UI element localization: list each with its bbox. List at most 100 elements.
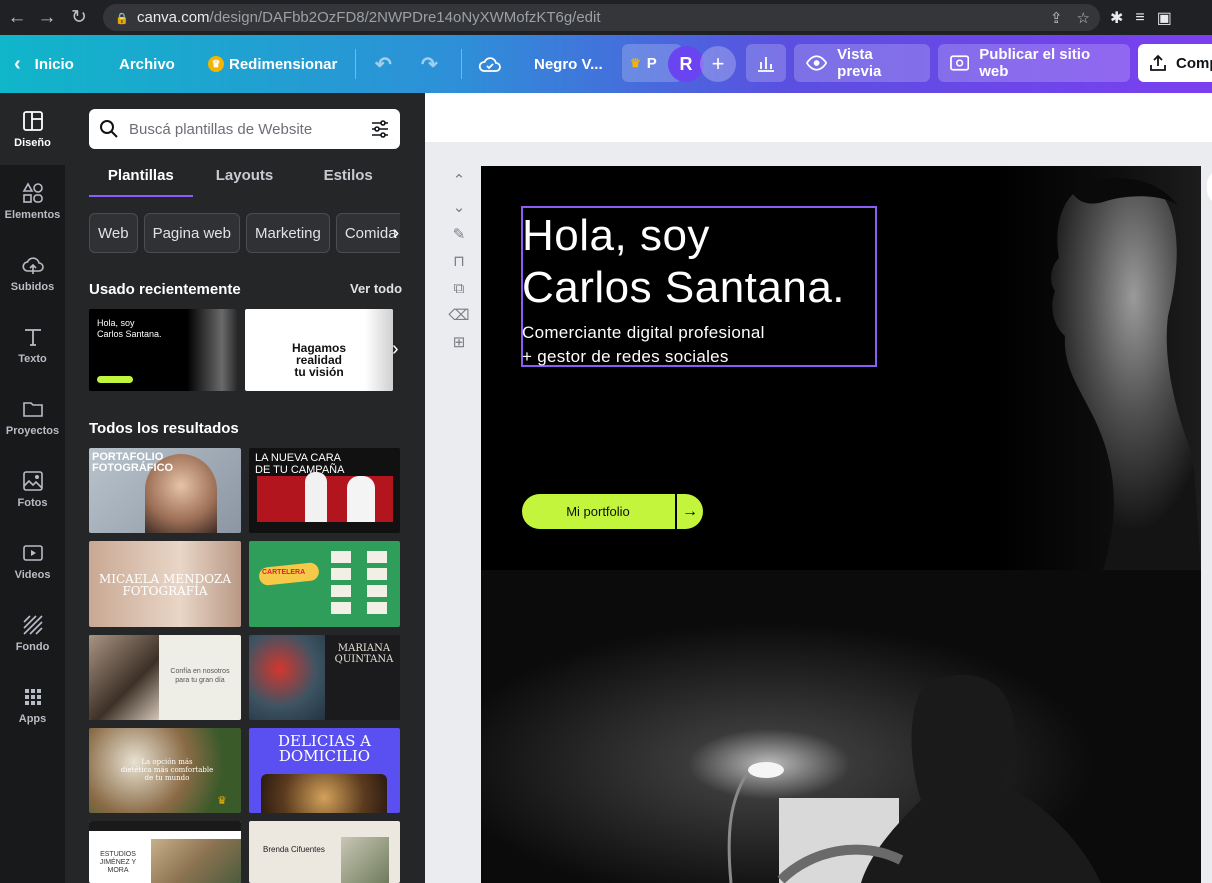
rail-label: Proyectos bbox=[5, 424, 60, 437]
recent-template-card[interactable]: Hagamos realidad tu visión bbox=[245, 309, 393, 391]
rail-item-photos[interactable]: Fotos bbox=[0, 453, 65, 525]
edit-notes-icon[interactable]: ✎ bbox=[449, 224, 469, 244]
divider bbox=[461, 49, 462, 79]
trash-icon[interactable]: ⌫ bbox=[448, 305, 469, 325]
template-text: MICAELA MENDOZA FOTOGRAFÍA bbox=[98, 572, 232, 598]
bookmark-star-icon[interactable]: ☆ bbox=[1077, 9, 1090, 27]
portrait-photo bbox=[993, 166, 1201, 570]
rail-label: Subidos bbox=[10, 280, 55, 293]
workspace-section[interactable] bbox=[481, 570, 1201, 883]
all-results-title: Todos los resultados bbox=[89, 420, 239, 437]
page-tools: ⌃ ⌄ ✎ ⊓ ⧉ ⌫ ⊞ bbox=[448, 170, 469, 352]
chevron-up-icon[interactable]: ⌃ bbox=[449, 170, 469, 190]
template-card[interactable]: ESTUDIOS JIMÉNEZ Y MORA bbox=[89, 821, 241, 883]
rail-item-apps[interactable]: Apps bbox=[0, 669, 65, 741]
portfolio-button[interactable]: Mi portfolio → bbox=[522, 494, 703, 529]
cloud-upload-icon bbox=[21, 256, 44, 274]
arrow-right-icon: → bbox=[675, 494, 703, 529]
forward-icon[interactable]: → bbox=[32, 0, 62, 35]
add-collaborator-button[interactable]: + bbox=[700, 46, 736, 82]
rail-item-text[interactable]: Texto bbox=[0, 309, 65, 381]
file-menu-button[interactable]: Archivo bbox=[119, 35, 175, 93]
reload-icon[interactable]: ↻ bbox=[64, 0, 94, 35]
share-button[interactable]: Comp bbox=[1138, 44, 1212, 82]
template-card[interactable]: MARIANA QUINTANA bbox=[249, 635, 400, 720]
tab-styles[interactable]: Estilos bbox=[296, 161, 400, 197]
figure-shape bbox=[347, 476, 375, 522]
rail-item-uploads[interactable]: Subidos bbox=[0, 237, 65, 309]
rail-item-design[interactable]: Diseño bbox=[0, 93, 65, 165]
avatar-initial: R bbox=[679, 53, 693, 74]
avatar[interactable]: R bbox=[668, 46, 704, 82]
canva-header: ‹ Inicio Archivo ♛ Redimensionar ↶ ↷ Neg… bbox=[0, 35, 1212, 93]
template-card[interactable]: La opción más dietética más comfortable … bbox=[89, 728, 241, 813]
hero-subtitle[interactable]: Comerciante digital profesional + gestor… bbox=[522, 321, 765, 369]
template-card[interactable]: PORTAFOLIO FOTOGRÁFICO bbox=[89, 448, 241, 533]
portfolio-button-label: Mi portfolio bbox=[566, 504, 630, 519]
redo-icon[interactable]: ↷ bbox=[421, 35, 438, 93]
hero-section[interactable]: Hola, soy Carlos Santana. Comerciante di… bbox=[481, 166, 1201, 570]
template-card[interactable]: LA NUEVA CARA DE TU CAMPAÑA bbox=[249, 448, 400, 533]
rail-item-elements[interactable]: Elementos bbox=[0, 165, 65, 237]
add-page-icon[interactable]: ⊞ bbox=[449, 332, 469, 352]
template-card[interactable]: CARTELERA bbox=[249, 541, 400, 627]
rail-label: Diseño bbox=[14, 136, 51, 149]
chevron-left-icon: ‹ bbox=[14, 52, 21, 75]
address-bar[interactable]: 🔒 canva.com/design/DAFbb2OzFD8/2NWPDre14… bbox=[103, 4, 1100, 31]
preview-label: Vista previa bbox=[837, 46, 882, 80]
recent-template-text: Hola, soy Carlos Santana. bbox=[97, 318, 162, 339]
duplicate-icon[interactable]: ⧉ bbox=[449, 278, 469, 298]
rail-item-background[interactable]: Fondo bbox=[0, 597, 65, 669]
rail-label: Apps bbox=[18, 712, 47, 725]
template-card[interactable]: MICAELA MENDOZA FOTOGRAFÍA bbox=[89, 541, 241, 627]
media-queue-icon[interactable]: ≡ bbox=[1135, 9, 1144, 27]
share-page-icon[interactable]: ⇪ bbox=[1050, 9, 1063, 27]
template-card[interactable]: DELICIAS A DOMICILIO bbox=[249, 728, 400, 813]
template-text: Confía en nosotros para tu gran día bbox=[170, 668, 230, 684]
rail-label: Videos bbox=[14, 568, 51, 581]
chip-marketing[interactable]: Marketing bbox=[245, 213, 330, 253]
template-text: DELICIAS A DOMICILIO bbox=[278, 732, 371, 765]
file-label: Archivo bbox=[119, 55, 175, 73]
cloud-saved-icon[interactable] bbox=[478, 35, 502, 93]
sidepanel-icon[interactable]: ▣ bbox=[1157, 8, 1172, 28]
tab-templates[interactable]: Plantillas bbox=[89, 161, 193, 197]
layout-icon bbox=[22, 110, 43, 131]
chevron-down-icon[interactable]: ⌄ bbox=[449, 197, 469, 217]
rail-item-projects[interactable]: Proyectos bbox=[0, 381, 65, 453]
chip-pagina-web[interactable]: Pagina web bbox=[143, 213, 240, 253]
gradient-edge bbox=[365, 309, 393, 391]
filter-icon[interactable] bbox=[370, 119, 390, 139]
template-text: ESTUDIOS JIMÉNEZ Y MORA bbox=[99, 851, 137, 874]
food-photo bbox=[261, 774, 387, 813]
see-all-link[interactable]: Ver todo bbox=[350, 281, 402, 296]
document-title[interactable]: Negro V... bbox=[534, 35, 603, 93]
context-toolbar bbox=[425, 93, 1212, 142]
undo-icon[interactable]: ↶ bbox=[375, 35, 392, 93]
hero-title[interactable]: Hola, soy Carlos Santana. bbox=[522, 210, 845, 314]
home-button[interactable]: ‹ Inicio bbox=[14, 35, 74, 93]
chip-web[interactable]: Web bbox=[89, 213, 138, 253]
publish-website-button[interactable]: Publicar el sitio web bbox=[938, 44, 1130, 82]
tab-layouts[interactable]: Layouts bbox=[193, 161, 297, 197]
video-icon bbox=[22, 544, 43, 561]
template-card[interactable]: Confía en nosotros para tu gran día bbox=[89, 635, 241, 720]
template-search[interactable]: Buscá plantillas de Website bbox=[89, 109, 400, 149]
recent-template-card[interactable]: Hola, soy Carlos Santana. bbox=[89, 309, 237, 391]
chevron-right-icon[interactable]: › bbox=[388, 213, 404, 253]
search-input[interactable]: Buscá plantillas de Website bbox=[129, 121, 312, 138]
puzzle-icon[interactable]: ✱ bbox=[1110, 8, 1123, 28]
upload-icon bbox=[1150, 54, 1166, 71]
rail-item-videos[interactable]: Videos bbox=[0, 525, 65, 597]
chevron-right-icon[interactable]: › bbox=[392, 338, 399, 361]
eye-icon bbox=[806, 55, 828, 71]
back-icon[interactable]: ← bbox=[2, 0, 32, 35]
insights-button[interactable] bbox=[746, 44, 786, 82]
resize-button[interactable]: ♛ Redimensionar bbox=[208, 35, 337, 93]
menu-list bbox=[367, 551, 387, 619]
url-actions: ⇪ ☆ bbox=[1050, 4, 1090, 31]
preview-button[interactable]: Vista previa bbox=[794, 44, 930, 82]
template-card[interactable]: Brenda Cifuentes bbox=[249, 821, 400, 883]
lock-icon[interactable]: ⊓ bbox=[449, 251, 469, 271]
rail-label: Elementos bbox=[4, 208, 61, 221]
